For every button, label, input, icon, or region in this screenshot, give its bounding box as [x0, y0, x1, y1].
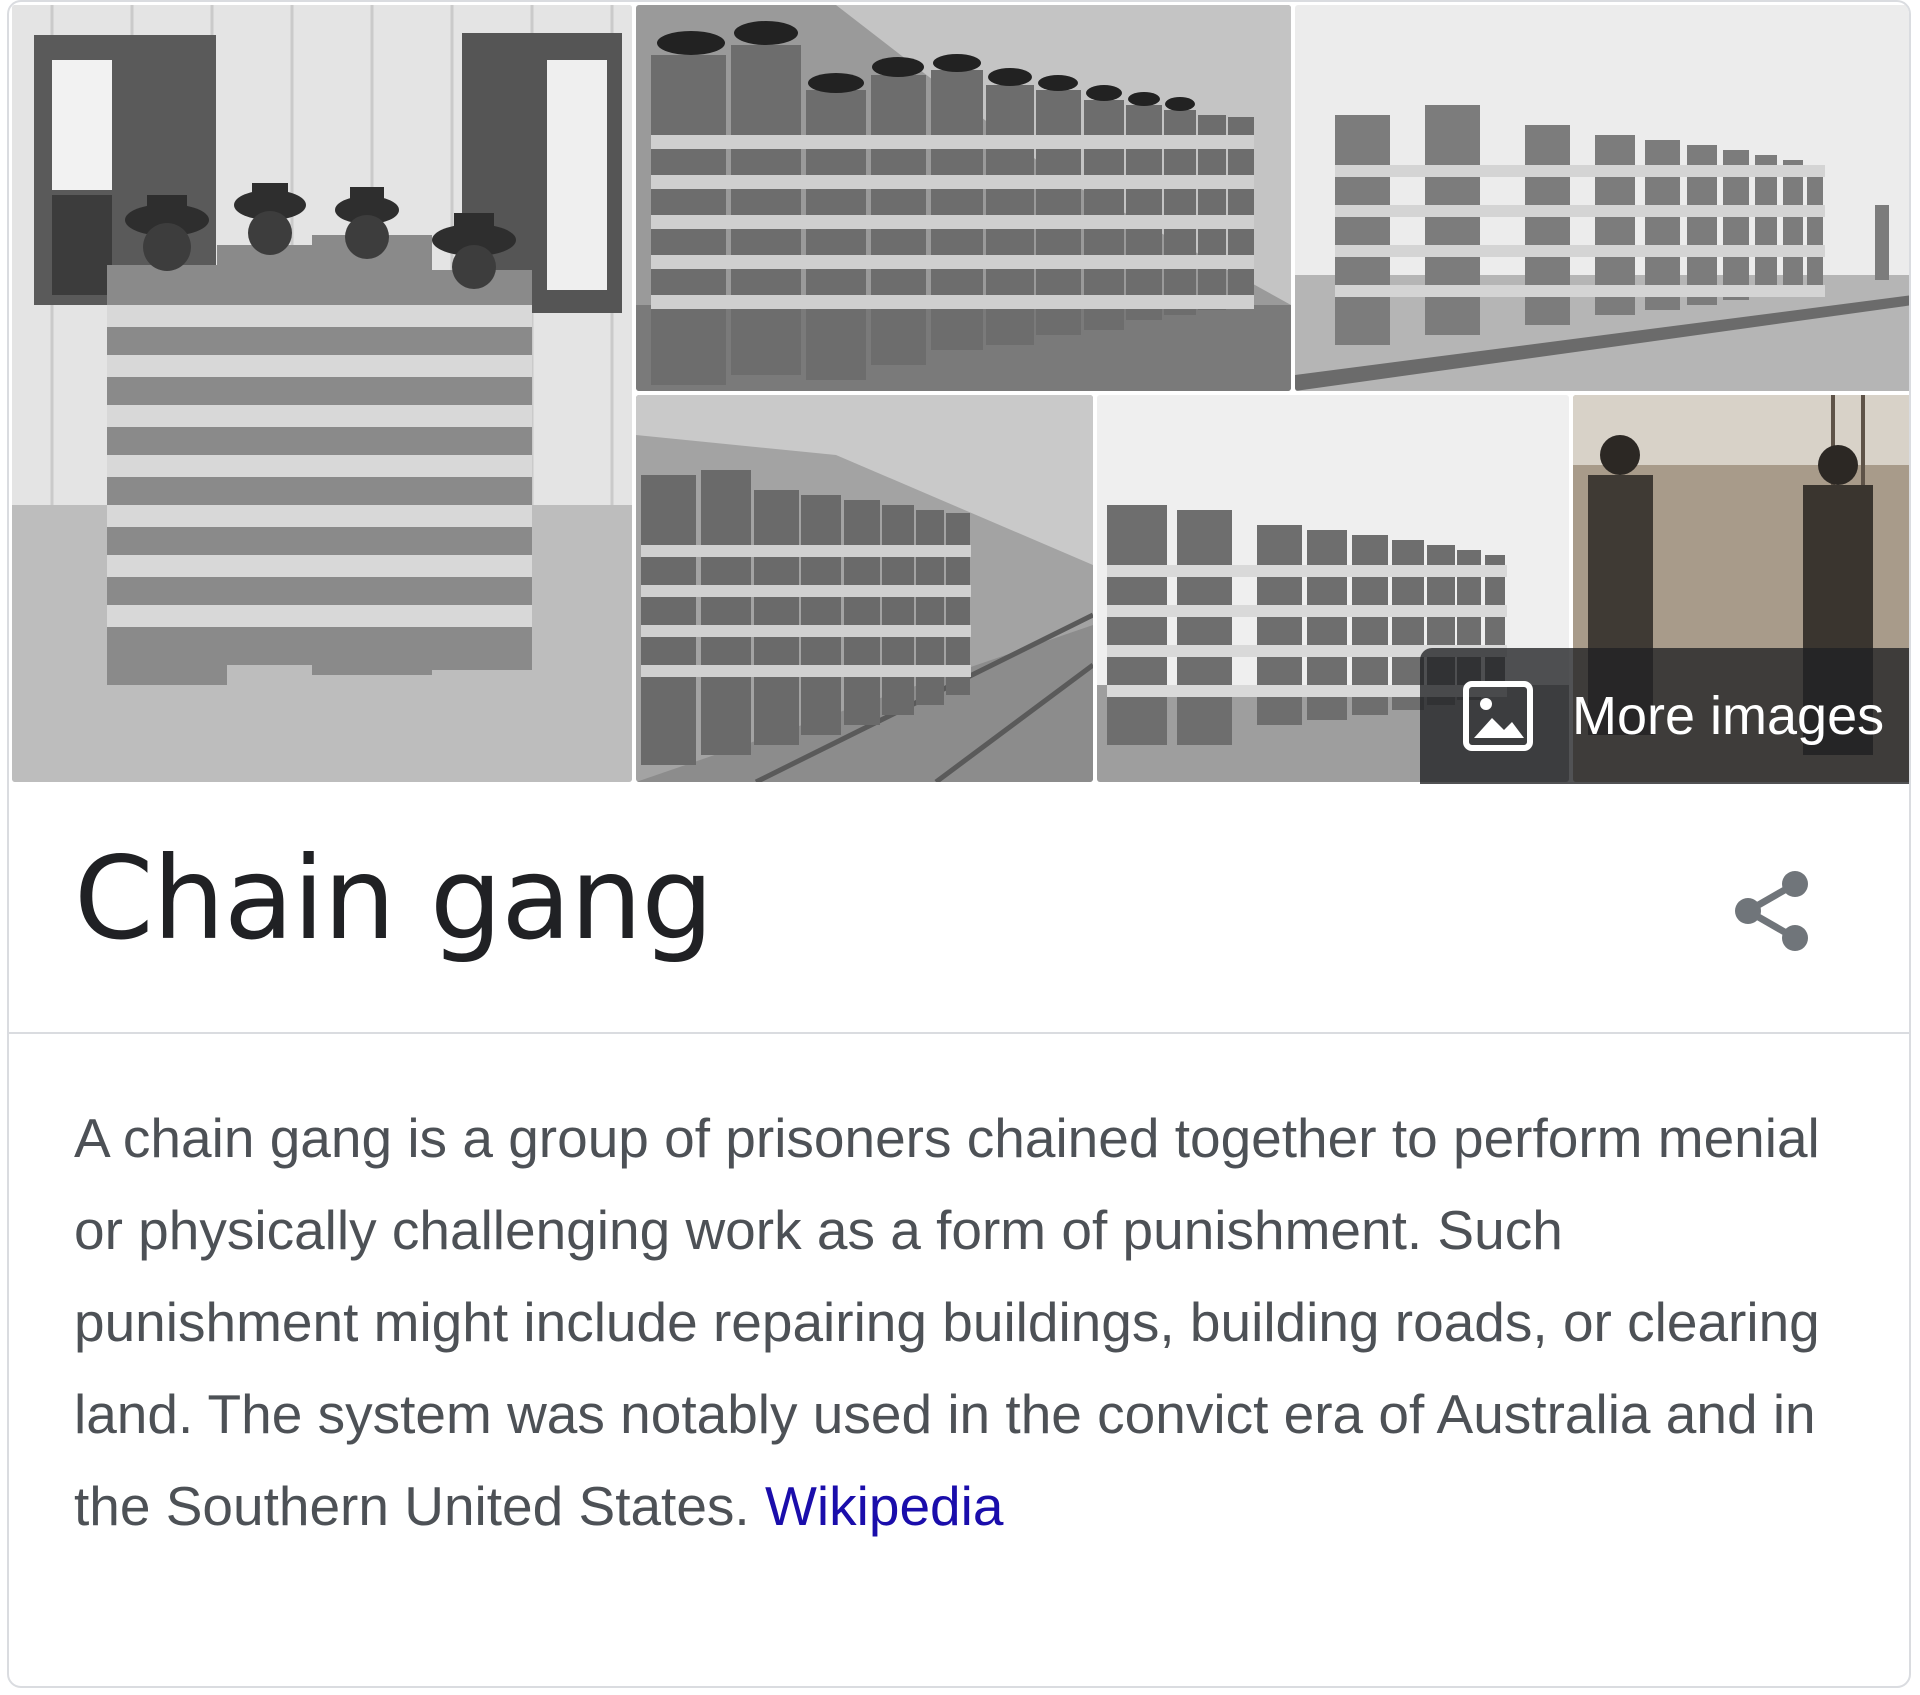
more-images-button[interactable]: More images [1420, 648, 1909, 784]
image-tile-4[interactable] [636, 395, 1093, 782]
description: A chain gang is a group of prisoners cha… [74, 1092, 1854, 1552]
panel-title: Chain gang [74, 832, 714, 965]
image-tile-1[interactable] [12, 5, 632, 782]
more-images-label: More images [1572, 686, 1885, 746]
divider [9, 1032, 1909, 1034]
wikipedia-link[interactable]: Wikipedia [765, 1475, 1003, 1537]
knowledge-panel: More images Chain gang A chain gang is a… [7, 0, 1911, 1688]
share-icon[interactable] [1728, 866, 1816, 956]
image-tile-2[interactable] [636, 5, 1291, 391]
image-tile-3[interactable] [1295, 5, 1909, 391]
description-text: A chain gang is a group of prisoners cha… [74, 1107, 1820, 1537]
image-icon [1463, 681, 1533, 751]
